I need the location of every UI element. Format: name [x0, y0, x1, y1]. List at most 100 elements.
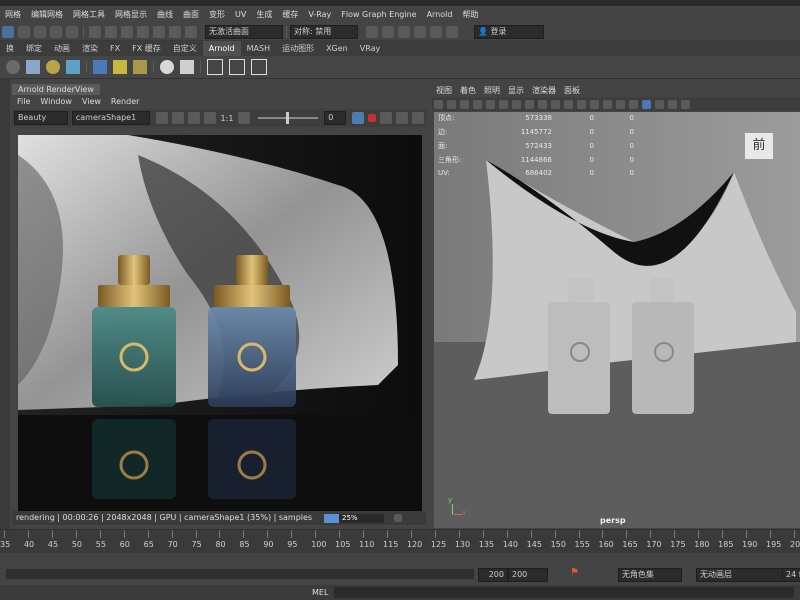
render-view-menu-item[interactable]: Render [106, 96, 144, 107]
shelf-tab[interactable]: XGen [320, 41, 354, 56]
shelf-tab[interactable]: 绑定 [20, 41, 48, 56]
safe-action-icon[interactable] [551, 99, 560, 109]
shelf-tab[interactable]: 动画 [48, 41, 76, 56]
menu-item[interactable]: Arnold [422, 6, 458, 23]
hypershade-icon[interactable] [430, 25, 442, 38]
bookmark-icon[interactable] [460, 99, 469, 109]
snap-curve-icon[interactable] [18, 25, 30, 38]
image-plane-icon[interactable] [473, 99, 482, 109]
range-slider[interactable] [6, 569, 474, 579]
checker-yellow-icon[interactable] [113, 60, 127, 74]
gear-icon[interactable] [6, 60, 20, 74]
viewport-menu-item[interactable]: 显示 [504, 85, 528, 96]
input-output-icon[interactable] [105, 25, 117, 38]
render-settings-icon[interactable] [414, 25, 426, 38]
shelf-tab[interactable]: 运动图形 [276, 41, 320, 56]
ipr-icon[interactable] [398, 25, 410, 38]
exposure-slider-handle[interactable] [286, 112, 290, 124]
time-slider[interactable]: 35 40 45 50 55 60 65 70 75 80 85 90 95 100 105 110 115 12… [0, 529, 800, 554]
lasso-icon[interactable] [153, 25, 165, 38]
box-icon[interactable] [66, 60, 80, 74]
sphere-icon[interactable] [46, 60, 60, 74]
3d-icon[interactable] [187, 112, 200, 124]
shelf-tab[interactable]: 渲染 [76, 41, 104, 56]
checker-delete-icon[interactable] [133, 60, 147, 74]
gate-mask-icon[interactable] [525, 99, 534, 109]
crop-icon[interactable] [171, 112, 184, 124]
construction-icon[interactable] [121, 25, 133, 38]
shelf-tab[interactable]: MASH [241, 41, 276, 56]
stop-icon[interactable] [446, 25, 458, 38]
paint-icon[interactable] [169, 25, 181, 38]
viewport-menu-item[interactable]: 照明 [480, 85, 504, 96]
smooth-shade-icon[interactable] [577, 99, 586, 109]
menu-item[interactable]: 曲面 [178, 6, 204, 23]
render-view-menu-item[interactable]: File [12, 96, 35, 107]
character-set-dropdown[interactable]: 无角色集 [618, 568, 682, 582]
symmetry-dropdown[interactable]: 对称: 禁用 [290, 24, 358, 39]
snapshot-icon[interactable] [352, 112, 365, 124]
playback-end-field[interactable]: 200 [508, 568, 548, 582]
light-icon[interactable] [160, 60, 174, 74]
menu-item[interactable]: 网格 [0, 6, 26, 23]
film-gate-icon[interactable] [499, 99, 508, 109]
ratio-label[interactable]: 1:1 [221, 114, 234, 123]
render-image[interactable] [18, 135, 422, 511]
viewport-menu-item[interactable]: 视图 [432, 85, 456, 96]
menu-item[interactable]: UV [230, 6, 251, 23]
checker-icon[interactable] [93, 60, 107, 74]
command-input[interactable] [334, 587, 795, 598]
stop-render-icon[interactable] [368, 114, 377, 122]
resolution-gate-icon[interactable] [512, 99, 521, 109]
restart-icon[interactable] [380, 112, 393, 124]
aa-icon[interactable] [668, 99, 677, 109]
xray-icon[interactable] [629, 99, 638, 109]
snap-point-icon[interactable] [34, 25, 46, 38]
wireframe-icon[interactable] [564, 99, 573, 109]
exposure-icon[interactable] [203, 112, 216, 124]
menu-item[interactable]: 帮助 [457, 6, 483, 23]
fps-dropdown[interactable]: 24 f [782, 568, 800, 582]
render-view-menu-item[interactable]: Window [35, 96, 77, 107]
end-time-field[interactable]: 200 [478, 568, 508, 582]
pause-icon[interactable] [366, 25, 378, 38]
debug-icon[interactable] [412, 112, 425, 124]
shelf-tab[interactable]: VRay [354, 41, 387, 56]
mel-label[interactable]: MEL [312, 588, 328, 597]
viewport-canvas[interactable]: 顶点: 573338 0 0 边: 1145772 0 0 面: 572433 0 0 三角形: 1… [434, 112, 800, 528]
shelf-tab[interactable]: Arnold [202, 41, 241, 56]
camera-select-icon[interactable] [434, 99, 443, 109]
aov-dropdown[interactable]: Beauty [14, 111, 68, 125]
live-surface-field[interactable]: 无激活曲面 [205, 24, 283, 39]
eye-icon[interactable] [207, 59, 223, 75]
login-dropdown[interactable]: 👤 登录 [474, 24, 544, 39]
frame-icon[interactable] [394, 514, 402, 522]
menu-item[interactable]: V-Ray [303, 6, 336, 23]
view-cube[interactable]: 前 [744, 132, 774, 160]
shadows-icon[interactable] [616, 99, 625, 109]
render-icon[interactable] [382, 25, 394, 38]
dice-icon[interactable] [180, 60, 194, 74]
history-icon[interactable] [89, 25, 101, 38]
menu-item[interactable]: 变形 [204, 6, 230, 23]
menu-item[interactable]: 网格工具 [68, 6, 110, 23]
render-region-icon[interactable] [155, 112, 168, 124]
snap-surface-icon[interactable] [66, 25, 78, 38]
camera-dropdown[interactable]: cameraShape1 [71, 111, 150, 125]
refresh-icon[interactable] [238, 112, 251, 124]
cube-icon[interactable] [26, 60, 40, 74]
lights-icon[interactable] [603, 99, 612, 109]
interactive-icon[interactable] [396, 112, 409, 124]
camera-icon[interactable] [185, 25, 197, 38]
viewport-menu-item[interactable]: 渲染器 [528, 85, 560, 96]
menu-item[interactable]: 缓存 [277, 6, 303, 23]
play-icon[interactable] [251, 59, 267, 75]
shelf-tab[interactable]: 自定义 [167, 41, 203, 56]
menu-item[interactable]: Flow Graph Engine [336, 6, 421, 23]
render-view-tab[interactable]: Arnold RenderView [12, 84, 100, 95]
menu-item[interactable]: 网格显示 [110, 6, 152, 23]
camera-attr-icon[interactable] [447, 99, 456, 109]
textured-icon[interactable] [590, 99, 599, 109]
shelf-tab[interactable]: 换 [0, 41, 20, 56]
shelf-tab[interactable]: FX [104, 41, 126, 56]
